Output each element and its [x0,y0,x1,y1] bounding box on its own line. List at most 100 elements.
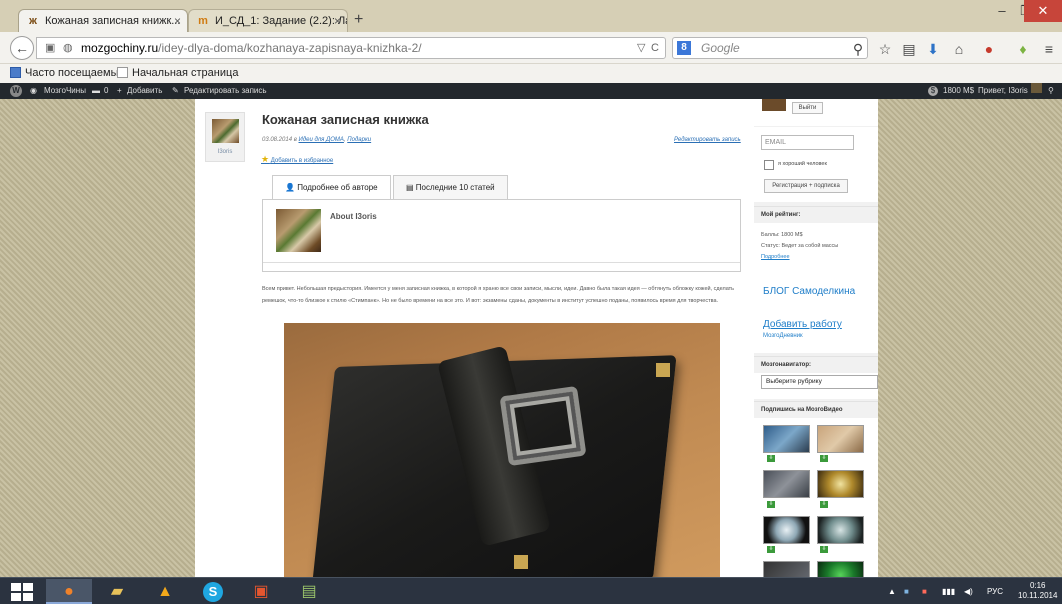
network-icon[interactable]: ▮▮▮ [942,578,955,604]
category-link[interactable]: Идеи для ДОМА [299,137,344,143]
favorite-label: Добавить в избранное [270,158,334,164]
addon-icon[interactable]: ● [980,40,998,58]
tray-arrow-icon[interactable]: ▲ [888,578,896,604]
bookmark-star-icon[interactable]: ☆ [876,40,894,58]
add-favorite-link[interactable]: ★ Добавить в избранное [261,154,333,165]
post-date: 03.08.2014 в [262,137,297,143]
bookmark-home-page[interactable]: Начальная страница [117,67,238,79]
language-indicator[interactable]: РУС [987,578,1003,604]
url-domain: mozgochiny.ru [81,41,159,55]
wp-admin-bar: W ◉ МозгоЧины ▬ 0 + Добавить ✎ Редактиро… [0,83,1062,99]
coin-icon: $ [928,86,938,96]
tray-app-icon[interactable]: ■ [904,578,909,604]
edit-post-link[interactable]: Редактировать запись [674,137,741,143]
bookmark-label: Часто посещаемые [25,67,125,79]
add-icon: + [117,86,122,95]
menu-icon[interactable]: ≡ [1040,40,1058,58]
video-header: Подпишись на МозгоВидео [754,401,878,418]
tab-label: Подробнее об авторе [297,183,378,192]
video-thumbnail[interactable] [817,425,864,453]
logout-button[interactable]: Выйти [792,102,823,114]
url-bar[interactable]: ▣ ◍ mozgochiny.ru/idey-dlya-doma/kozhana… [36,37,666,59]
new-tab-button[interactable]: + [354,11,363,29]
register-button[interactable]: Регистрация + подписка [764,179,848,193]
video-thumbnail[interactable] [763,561,810,577]
about-author-heading: About I3oris [330,212,377,221]
video-thumbnail[interactable] [817,516,864,544]
wp-home-icon: ◉ [30,86,37,95]
browser-titlebar: ж Кожаная записная книжк... × m И_СД_1: … [0,0,1062,32]
avatar [762,99,786,111]
download-icon[interactable]: ⇩ [767,501,775,508]
add-work-link[interactable]: Добавить работу [763,319,842,330]
download-icon[interactable]: ⇩ [820,501,828,508]
video-thumbnail[interactable] [763,470,810,498]
search-placeholder: Google [701,41,740,55]
wordpress-icon[interactable]: W [10,85,22,97]
firefox-icon[interactable]: ● [46,579,92,604]
details-link[interactable]: Подробнее [761,254,790,260]
url-path: /idey-dlya-doma/kozhanaya-zapisnaya-kniz… [158,41,422,55]
wp-comments-count[interactable]: 0 [104,83,108,99]
search-icon[interactable]: ⚲ [849,40,867,58]
aimp-icon[interactable]: ▲ [142,579,188,604]
close-window-button[interactable]: ✕ [1024,0,1062,22]
email-field[interactable]: EMAIL [761,135,854,150]
tab-inactive[interactable]: m И_СД_1: Задание (2.2): Ла... × [188,9,348,32]
tab-last-articles[interactable]: ▤ Последние 10 статей [393,175,508,200]
system-clock[interactable]: 0:16 10.11.2014 [1018,581,1057,601]
notebook-buckle [499,385,587,467]
bookmark-most-visited[interactable]: Часто посещаемые [10,67,125,79]
home-icon[interactable]: ⌂ [950,40,968,58]
video-thumbnail[interactable] [817,561,864,577]
avatar[interactable] [212,119,239,143]
user-icon: 👤 [285,183,295,192]
good-person-checkbox[interactable] [764,160,774,170]
close-tab-icon[interactable]: × [334,14,341,28]
wp-add-link[interactable]: Добавить [127,83,162,99]
avatar[interactable] [1031,83,1042,93]
tab-active[interactable]: ж Кожаная записная книжк... × [18,9,188,32]
points-text: Баллы: 1800 M$ [761,232,803,238]
close-tab-icon[interactable]: × [174,14,181,28]
wp-greeting[interactable]: Привет, I3oris [978,83,1028,99]
search-bar[interactable]: 8 Google [672,37,868,59]
blog-link[interactable]: БЛОГ Самоделкина [763,286,855,297]
author-avatar[interactable] [276,209,321,252]
photo-viewer-icon[interactable]: ▣ [238,579,284,604]
wp-edit-link[interactable]: Редактировать запись [184,83,267,99]
category-link-2[interactable]: Подарки [347,137,371,143]
author-name[interactable]: I3oris [206,149,244,155]
misc-app-icon[interactable]: ▤ [286,579,332,604]
author-card[interactable]: I3oris [205,112,245,162]
clock-time: 0:16 [1029,581,1046,590]
wp-site-name[interactable]: МозгоЧины [44,83,86,99]
file-explorer-icon[interactable]: ▰ [94,579,140,604]
search-icon[interactable]: ⚲ [1048,83,1054,99]
skype-icon[interactable]: S [190,579,236,604]
downloads-icon[interactable]: ⬇ [924,40,942,58]
back-button[interactable]: ← [10,36,34,60]
add-work-sub[interactable]: МозгоДневник [763,333,803,339]
download-icon[interactable]: ⇩ [820,546,828,553]
download-icon[interactable]: ⇩ [767,546,775,553]
bookmarks-menu-icon[interactable]: ▤ [900,40,918,58]
video-thumbnail[interactable] [763,516,810,544]
download-icon[interactable]: ⇩ [767,455,775,462]
identity-icon[interactable]: ▣ [45,38,55,58]
search-engine-icon[interactable]: 8 [677,41,691,55]
status-text: Статус: Ведет за собой массы [761,243,839,249]
windows-start-icon[interactable] [11,583,33,601]
green-addon-icon[interactable]: ♦ [1014,40,1032,58]
volume-icon[interactable]: ◀) [964,578,973,604]
tray-alert-icon[interactable]: ■ [922,578,927,604]
tab-author-details[interactable]: 👤 Подробнее об авторе [272,175,391,200]
wp-balance[interactable]: 1800 M$ [943,83,974,99]
dropdown-icon[interactable]: ▽ [637,38,645,58]
sd-favicon-icon: m [198,15,208,27]
download-icon[interactable]: ⇩ [820,455,828,462]
video-thumbnail[interactable] [763,425,810,453]
rubric-select[interactable]: Выберите рубрику [761,375,878,389]
reload-icon[interactable]: C [651,38,659,58]
video-thumbnail[interactable] [817,470,864,498]
